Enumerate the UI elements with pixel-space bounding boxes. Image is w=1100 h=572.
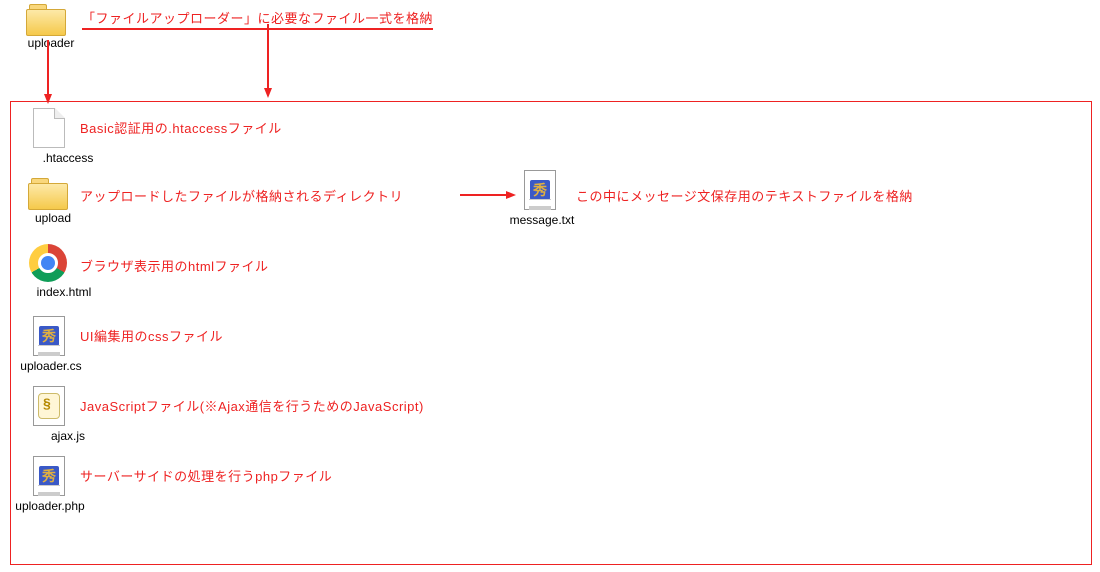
text-file-icon: 秀 [33,316,65,356]
folder-desc-upload: アップロードしたファイルが格納されるディレクトリ [80,186,403,205]
file-label: message.txt [502,213,582,227]
arrow-annotation-into-box [262,24,282,104]
chrome-icon [29,244,67,282]
file-desc-htaccess: Basic認証用の.htaccessファイル [80,118,282,137]
arrow-upload-to-message [460,188,520,202]
file-label: uploader.cs [11,359,91,373]
file-message: 秀 message.txt [524,170,582,227]
file-desc-ajaxjs: JavaScriptファイル(※Ajax通信を行うためのJavaScript) [80,396,424,415]
file-desc-uploaderphp: サーバーサイドの処理を行うphpファイル [80,466,332,485]
file-desc-uploadercs: UI編集用のcssファイル [80,326,223,345]
root-folder-annotation: 「ファイルアップローダー」に必要なファイル一式を格納 [82,8,433,30]
folder-icon [28,178,68,208]
file-label: uploader.php [5,499,95,513]
folder-upload: upload [28,178,78,225]
folder-icon [26,4,66,34]
file-desc-message: この中にメッセージ文保存用のテキストファイルを格納 [576,186,913,205]
file-desc-indexhtml: ブラウザ表示用のhtmlファイル [80,256,269,275]
file-label: .htaccess [33,151,103,165]
script-file-icon [33,386,65,426]
file-label: ajax.js [33,429,103,443]
file-label: index.html [29,285,99,299]
arrow-root-into-box [44,40,64,110]
text-file-icon: 秀 [524,170,556,210]
text-file-icon: 秀 [33,456,65,496]
file-icon [33,108,65,148]
folder-label: upload [28,211,78,225]
